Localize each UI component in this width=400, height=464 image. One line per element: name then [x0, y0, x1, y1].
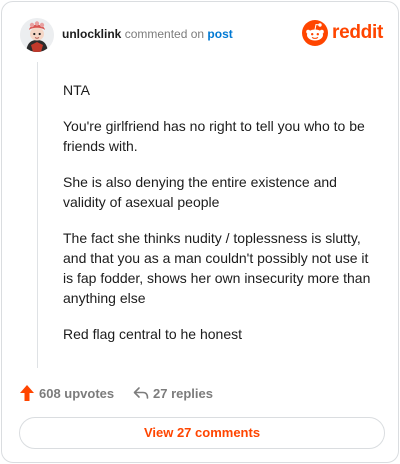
commented-on-text: commented on	[124, 27, 205, 41]
post-link[interactable]: post	[207, 27, 232, 41]
reddit-logo[interactable]: reddit	[302, 20, 383, 46]
comment-meta: unlocklink commented on post	[62, 27, 233, 41]
comment-body: NTA You're girlfriend has no right to te…	[63, 80, 381, 360]
brand-wordmark: reddit	[332, 22, 383, 43]
comment-card: unlocklink commented on post reddit NTA …	[1, 1, 399, 463]
avatar-icon	[20, 18, 54, 52]
avatar[interactable]	[20, 18, 54, 52]
comment-paragraph: NTA	[63, 82, 90, 98]
comment-paragraph: Red flag central to he honest	[63, 326, 243, 342]
reply-arrow-icon	[133, 387, 149, 399]
upvote-button[interactable]: 608 upvotes	[20, 384, 116, 404]
reddit-logo-icon	[302, 20, 328, 46]
upvote-count: 608 upvotes	[39, 386, 115, 401]
upvote-arrow-icon	[20, 385, 34, 401]
view-comments-button[interactable]: View 27 comments	[19, 417, 385, 449]
comment-paragraph: You're girlfriend has no right to tell y…	[63, 118, 365, 154]
comment-paragraph: She is also denying the entire existence…	[63, 174, 337, 210]
reply-button[interactable]: 27 replies	[133, 384, 233, 404]
thread-line[interactable]	[37, 62, 38, 368]
comment-header: unlocklink commented on post reddit	[20, 18, 383, 54]
reply-count: 27 replies	[153, 386, 213, 401]
comment-paragraph: The fact she thinks nudity / toplessness…	[63, 230, 371, 306]
username-link[interactable]: unlocklink	[62, 27, 121, 41]
